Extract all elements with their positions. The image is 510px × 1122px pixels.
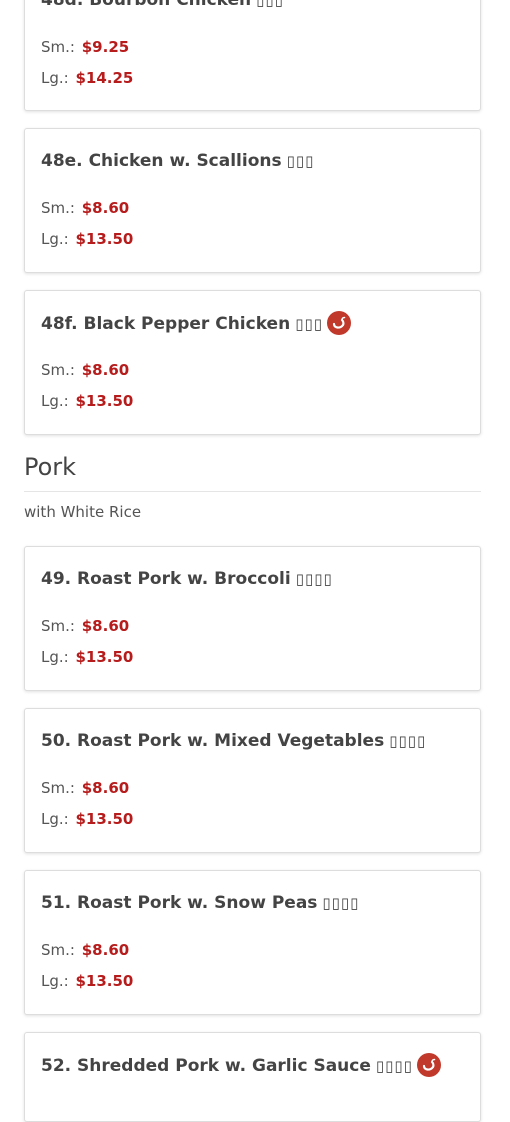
menu-item-card[interactable]: 51. Roast Pork w. Snow Peas ▯▯▯▯ Sm.: $8…: [24, 870, 481, 1015]
large-size-label: Lg.:: [41, 972, 69, 990]
large-price-row: Lg.: $13.50: [41, 972, 133, 990]
large-size-label: Lg.:: [41, 810, 69, 828]
small-size-label: Sm.:: [41, 617, 75, 635]
menu-item-name: 49. Roast Pork w. Broccoli: [41, 569, 291, 589]
small-size-label: Sm.:: [41, 199, 75, 217]
large-size-label: Lg.:: [41, 648, 69, 666]
small-price-row: Sm.: $8.60: [41, 361, 129, 379]
menu-item-card[interactable]: 52. Shredded Pork w. Garlic Sauce ▯▯▯▯: [24, 1032, 481, 1122]
menu-item-title: 48f. Black Pepper Chicken ▯▯▯: [41, 311, 351, 335]
menu-item-chinese-name: ▯▯▯: [286, 152, 315, 170]
menu-item-name: 51. Roast Pork w. Snow Peas: [41, 893, 318, 913]
large-size-label: Lg.:: [41, 230, 69, 248]
large-price: $13.50: [75, 810, 134, 828]
small-price: $8.60: [81, 941, 130, 959]
small-price-row: Sm.: $9.25: [41, 38, 129, 56]
large-price-row: Lg.: $13.50: [41, 648, 133, 666]
small-price: $8.60: [81, 617, 130, 635]
menu-item-title: 48e. Chicken w. Scallions ▯▯▯: [41, 151, 314, 171]
menu-item-name: 48f. Black Pepper Chicken: [41, 314, 291, 334]
large-price: $14.25: [75, 69, 134, 87]
menu-item-card[interactable]: 48e. Chicken w. Scallions ▯▯▯ Sm.: $8.60…: [24, 128, 481, 273]
small-price: $8.60: [81, 361, 130, 379]
menu-item-card[interactable]: 49. Roast Pork w. Broccoli ▯▯▯▯ Sm.: $8.…: [24, 546, 481, 691]
large-size-label: Lg.:: [41, 69, 69, 87]
menu-content: 48d. Bourbon Chicken ▯▯▯ Sm.: $9.25 Lg.:…: [24, 0, 481, 1122]
small-size-label: Sm.:: [41, 779, 75, 797]
small-price: $8.60: [81, 199, 130, 217]
menu-item-card[interactable]: 48f. Black Pepper Chicken ▯▯▯ Sm.: $8.60…: [24, 290, 481, 435]
small-price-row: Sm.: $8.60: [41, 199, 129, 217]
large-price-row: Lg.: $13.50: [41, 392, 133, 410]
menu-item-chinese-name: ▯▯▯: [295, 315, 323, 333]
menu-item-title: 50. Roast Pork w. Mixed Vegetables ▯▯▯▯: [41, 731, 426, 751]
menu-item-title: 49. Roast Pork w. Broccoli ▯▯▯▯: [41, 569, 333, 589]
large-price-row: Lg.: $14.25: [41, 69, 133, 87]
large-size-label: Lg.:: [41, 392, 69, 410]
section-subtitle: with White Rice: [24, 503, 142, 521]
menu-item-card[interactable]: 48d. Bourbon Chicken ▯▯▯ Sm.: $9.25 Lg.:…: [24, 0, 481, 111]
small-size-label: Sm.:: [41, 38, 75, 56]
menu-item-title: 52. Shredded Pork w. Garlic Sauce ▯▯▯▯: [41, 1053, 441, 1077]
menu-item-chinese-name: ▯▯▯: [256, 0, 284, 9]
chili-pepper-icon: [326, 311, 351, 335]
large-price: $13.50: [75, 230, 134, 248]
menu-item-title: 51. Roast Pork w. Snow Peas ▯▯▯▯: [41, 893, 359, 913]
menu-item-title: 48d. Bourbon Chicken ▯▯▯: [41, 0, 284, 10]
large-price: $13.50: [75, 972, 134, 990]
small-size-label: Sm.:: [41, 941, 75, 959]
section-header: Pork: [24, 452, 481, 505]
menu-item-name: 48d. Bourbon Chicken: [41, 0, 252, 10]
menu-item-chinese-name: ▯▯▯▯: [375, 1057, 413, 1075]
menu-item-chinese-name: ▯▯▯▯: [295, 570, 333, 588]
menu-item-chinese-name: ▯▯▯▯: [322, 894, 360, 912]
large-price: $13.50: [75, 648, 134, 666]
large-price: $13.50: [75, 392, 134, 410]
small-price: $9.25: [81, 38, 130, 56]
menu-item-chinese-name: ▯▯▯▯: [389, 732, 427, 750]
chili-pepper-icon: [416, 1053, 441, 1077]
menu-item-name: 52. Shredded Pork w. Garlic Sauce: [41, 1056, 371, 1076]
section-divider: [24, 491, 481, 492]
menu-item-name: 50. Roast Pork w. Mixed Vegetables: [41, 731, 385, 751]
large-price-row: Lg.: $13.50: [41, 810, 133, 828]
menu-item-card[interactable]: 50. Roast Pork w. Mixed Vegetables ▯▯▯▯ …: [24, 708, 481, 853]
section-title: Pork: [24, 453, 77, 481]
large-price-row: Lg.: $13.50: [41, 230, 133, 248]
small-price: $8.60: [81, 779, 130, 797]
small-size-label: Sm.:: [41, 361, 75, 379]
small-price-row: Sm.: $8.60: [41, 779, 129, 797]
menu-item-name: 48e. Chicken w. Scallions: [41, 151, 282, 171]
small-price-row: Sm.: $8.60: [41, 617, 129, 635]
small-price-row: Sm.: $8.60: [41, 941, 129, 959]
